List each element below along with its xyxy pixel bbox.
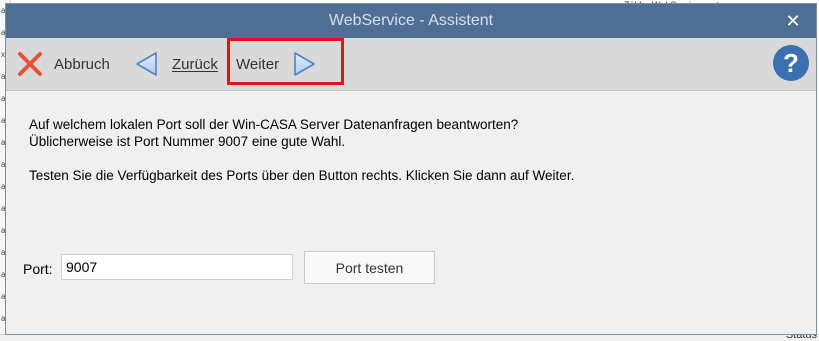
arrow-left-icon (134, 50, 160, 78)
weiter-label: Weiter (236, 55, 280, 73)
help-icon: ? (773, 45, 809, 81)
help-button[interactable]: ? (772, 44, 810, 82)
webservice-assistant-dialog: WebService - Assistent ✕ Abbruch Zurück … (5, 3, 817, 335)
background-bottom-strip (0, 334, 819, 341)
abbruch-button[interactable]: Abbruch (16, 38, 110, 90)
close-button[interactable]: ✕ (782, 10, 804, 32)
zurueck-label: Zurück (172, 55, 218, 73)
port-label: Port: (23, 261, 53, 277)
weiter-button[interactable]: Weiter (236, 38, 317, 90)
dialog-title: WebService - Assistent (328, 12, 494, 29)
instruction-line-1: Auf welchem lokalen Port soll der Win-CA… (29, 117, 519, 132)
toolbar: Abbruch Zurück Weiter ? (6, 38, 816, 91)
zurueck-button[interactable]: Zurück (134, 38, 218, 90)
title-bar[interactable]: WebService - Assistent ✕ (6, 4, 816, 38)
port-test-button[interactable]: Port testen (304, 251, 435, 284)
content-area: Auf welchem lokalen Port soll der Win-CA… (6, 91, 816, 334)
port-input[interactable] (61, 254, 293, 280)
instruction-text: Auf welchem lokalen Port soll der Win-CA… (29, 116, 574, 184)
svg-text:?: ? (783, 48, 799, 78)
instruction-line-2: Üblicherweise ist Port Nummer 9007 eine … (29, 134, 346, 149)
abbruch-label: Abbruch (54, 55, 110, 73)
close-x-icon (16, 50, 44, 78)
arrow-right-icon (291, 50, 317, 78)
instruction-line-3: Testen Sie die Verfügbarkeit des Ports ü… (29, 168, 575, 183)
